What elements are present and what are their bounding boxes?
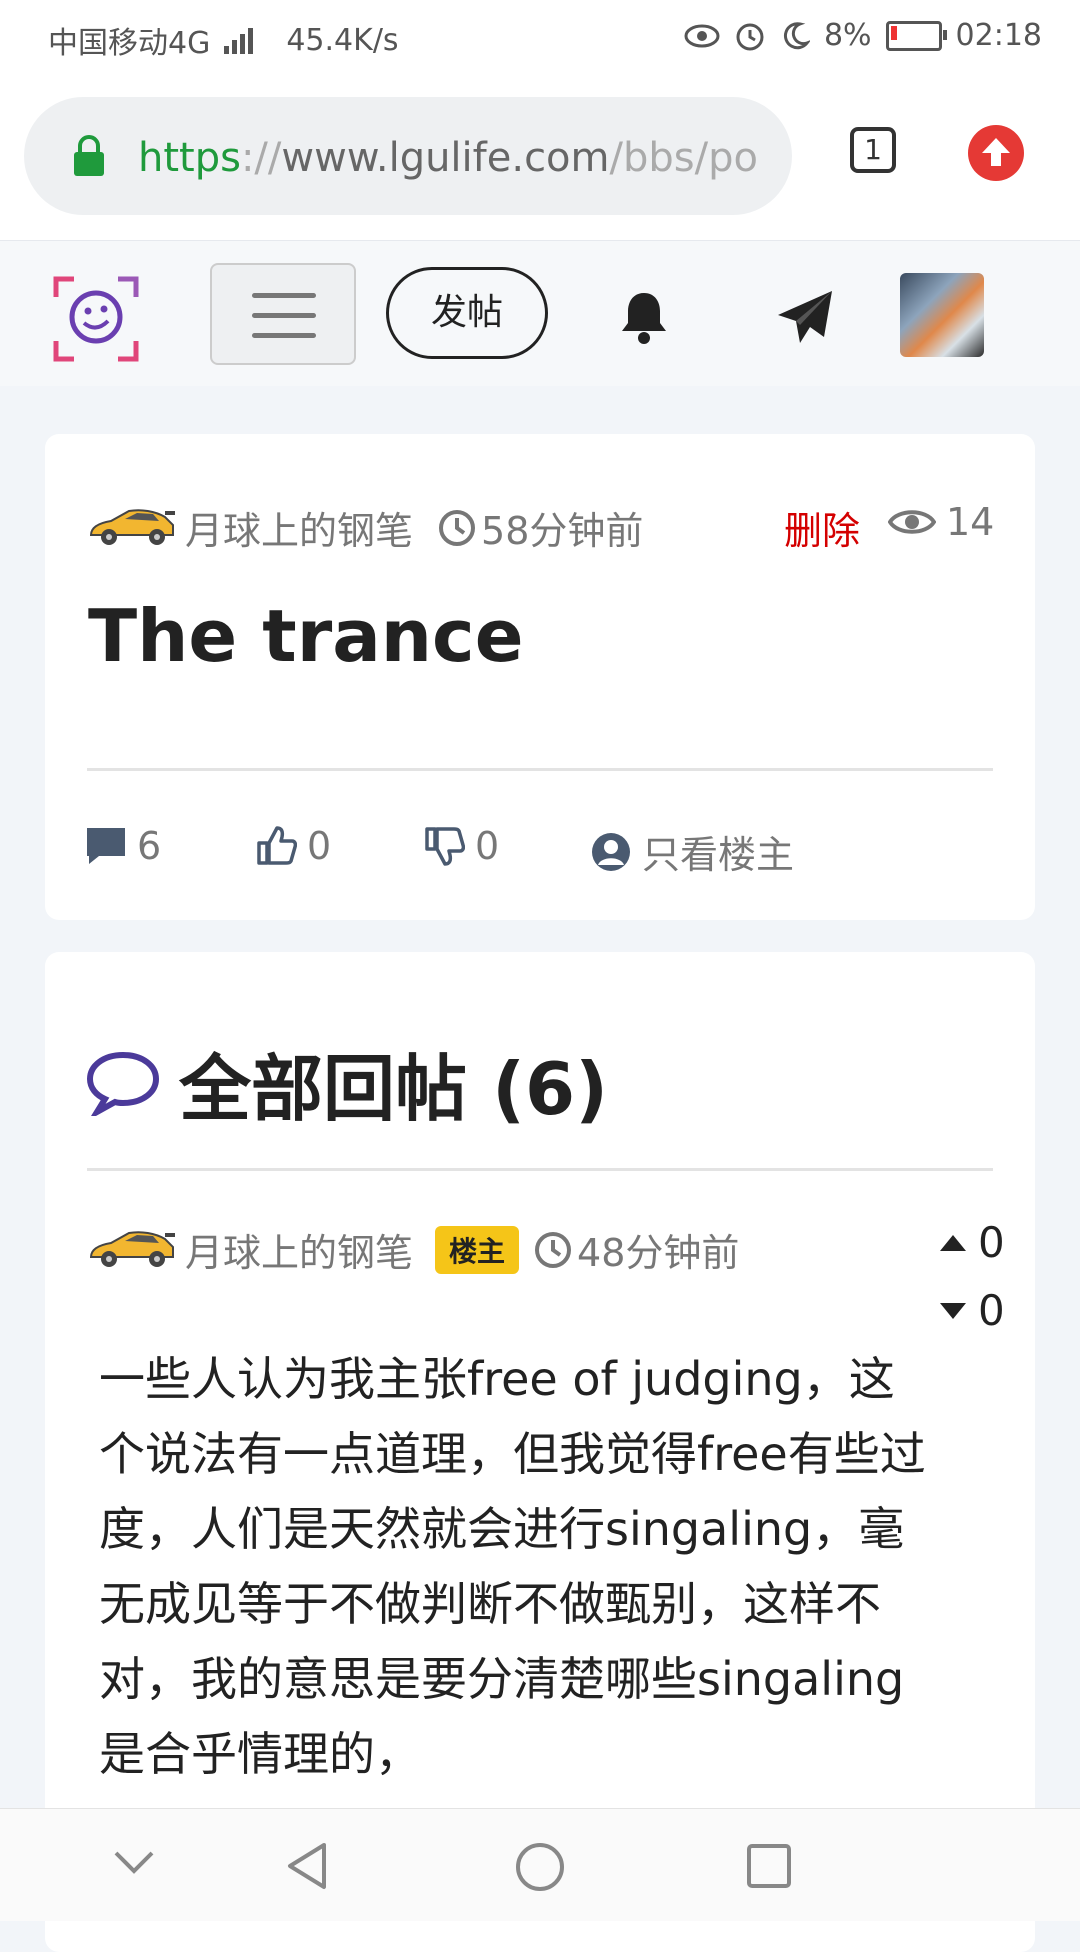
delete-link[interactable]: 删除 <box>784 500 860 555</box>
downvote-count: 0 <box>978 1286 1005 1335</box>
browser-toolbar: https://www.lgulife.com/bbs/po 1 <box>0 75 1080 240</box>
divider <box>87 1168 993 1171</box>
user-circle-icon <box>592 832 630 871</box>
user-avatar[interactable] <box>900 273 984 357</box>
chevron-down-icon[interactable] <box>112 1849 156 1877</box>
dislike-button[interactable]: 0 <box>423 824 499 868</box>
car-icon <box>89 1230 175 1267</box>
update-button[interactable] <box>968 125 1024 181</box>
moon-icon <box>783 21 810 49</box>
op-badge: 楼主 <box>435 1225 520 1274</box>
eye-comfort-icon <box>684 24 720 47</box>
post-card: 月球上的钢笔 58分钟前 删除 14 The trance 6 0 0 只看楼主 <box>45 434 1035 920</box>
downvote-button[interactable]: 0 <box>938 1286 1005 1335</box>
post-time: 58分钟前 <box>481 509 644 553</box>
only-op-label: 只看楼主 <box>642 833 795 877</box>
post-meta: 月球上的钢笔 58分钟前 <box>85 500 643 555</box>
address-bar[interactable]: https://www.lgulife.com/bbs/po <box>24 97 792 215</box>
signal-icon <box>224 26 258 54</box>
replies-header-text: 全部回帖 (6) <box>179 1047 608 1131</box>
thumbs-down-icon <box>425 827 465 866</box>
menu-button[interactable] <box>210 263 356 365</box>
eye-icon <box>888 510 936 534</box>
status-bar: 中国移动4G 45.4K/s 8% 02:18 <box>0 0 1080 75</box>
lock-icon <box>74 135 104 176</box>
url-text: https://www.lgulife.com/bbs/po <box>138 135 758 181</box>
reply-body: 一些人认为我主张free of judging，这个说法有一点道理，但我觉得fr… <box>99 1352 926 1781</box>
arrow-up-icon <box>982 138 1010 166</box>
reply-author[interactable]: 月球上的钢笔 <box>185 1222 413 1277</box>
comment-count-value: 6 <box>137 824 162 868</box>
clock-icon <box>535 1231 572 1268</box>
recent-apps-icon[interactable] <box>746 1843 792 1889</box>
post-title: The trance <box>88 594 524 678</box>
system-nav-bar <box>0 1808 1080 1921</box>
thumbs-up-icon <box>257 826 297 865</box>
new-post-button[interactable]: 发帖 <box>386 267 548 359</box>
home-icon[interactable] <box>514 1841 566 1893</box>
like-button[interactable]: 0 <box>255 824 331 868</box>
dislike-count-value: 0 <box>475 824 500 868</box>
bell-icon[interactable] <box>618 289 670 345</box>
battery-icon <box>885 20 947 51</box>
upvote-count: 0 <box>978 1218 1005 1267</box>
tab-count-button[interactable]: 1 <box>850 127 896 173</box>
clock-icon <box>439 509 476 546</box>
divider <box>87 768 993 771</box>
back-icon[interactable] <box>284 1841 330 1891</box>
caret-up-icon <box>940 1234 966 1251</box>
battery-percent: 8% <box>823 18 872 53</box>
site-logo-icon[interactable] <box>52 275 140 363</box>
alarm-icon <box>736 23 764 50</box>
site-header: 发帖 <box>0 240 1080 386</box>
clock-time: 02:18 <box>955 18 1042 53</box>
comment-icon <box>87 828 125 864</box>
send-icon[interactable] <box>776 289 834 345</box>
replies-card: 全部回帖 (6) 月球上的钢笔 楼主 48分钟前 0 0 一些人认为我主张fre… <box>45 952 1035 1952</box>
view-count: 14 <box>888 500 994 544</box>
speech-bubble-icon <box>86 1051 160 1116</box>
caret-down-icon <box>940 1302 966 1319</box>
carrier-label: 中国移动4G <box>48 26 211 61</box>
comment-count[interactable]: 6 <box>85 824 161 868</box>
like-count-value: 0 <box>307 824 332 868</box>
car-icon <box>89 508 175 545</box>
reply-meta: 月球上的钢笔 楼主 48分钟前 <box>85 1222 739 1277</box>
view-count-value: 14 <box>946 500 995 544</box>
upvote-button[interactable]: 0 <box>938 1218 1005 1267</box>
only-op-filter[interactable]: 只看楼主 <box>590 824 794 879</box>
post-author[interactable]: 月球上的钢笔 <box>185 500 413 555</box>
replies-header: 全部回帖 (6) <box>85 1030 608 1135</box>
reply-time: 48分钟前 <box>577 1231 740 1275</box>
network-speed: 45.4K/s <box>286 22 399 58</box>
